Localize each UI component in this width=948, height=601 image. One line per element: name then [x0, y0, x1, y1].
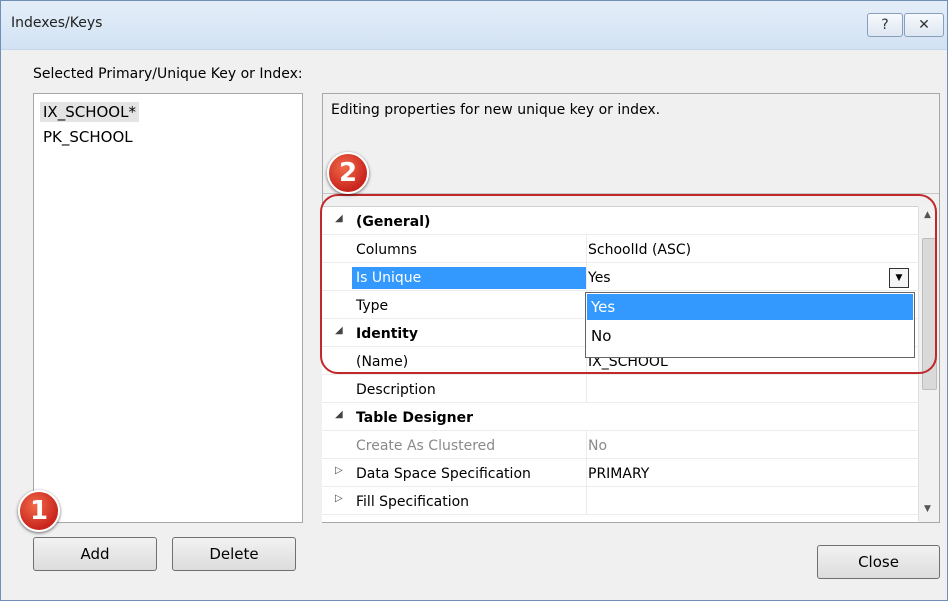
step-two-badge: 2	[327, 152, 369, 194]
title-bar: Indexes/Keys ? ✕	[1, 1, 947, 50]
property-row-fill-spec[interactable]: ▷ Fill Specification	[322, 487, 918, 515]
key-list[interactable]: IX_SCHOOL* PK_SCHOOL	[33, 93, 303, 523]
selected-key-label: Selected Primary/Unique Key or Index:	[33, 66, 303, 82]
category-table-designer[interactable]: ◢ Table Designer	[322, 403, 918, 431]
divider	[586, 487, 587, 514]
close-button[interactable]: Close	[817, 545, 940, 579]
callout-highlight-box	[320, 194, 937, 374]
window-title: Indexes/Keys	[11, 15, 103, 31]
delete-button[interactable]: Delete	[172, 537, 296, 571]
property-row-description[interactable]: Description	[322, 375, 918, 403]
help-button[interactable]: ?	[867, 13, 903, 37]
property-value-create-as-clustered: No	[588, 438, 608, 454]
divider	[586, 459, 587, 486]
property-name-data-space: Data Space Specification	[356, 466, 531, 482]
property-name-fill-spec: Fill Specification	[356, 494, 470, 510]
close-window-button[interactable]: ✕	[904, 13, 944, 37]
property-value-data-space[interactable]: PRIMARY	[588, 463, 649, 485]
scroll-down-icon[interactable]: ▼	[924, 504, 931, 514]
property-row-data-space[interactable]: ▷ Data Space Specification PRIMARY	[322, 459, 918, 487]
expand-triangle-icon[interactable]: ▷	[335, 465, 343, 476]
edit-panel-text: Editing properties for new unique key or…	[331, 102, 661, 118]
category-table-designer-label: Table Designer	[356, 410, 474, 426]
divider	[586, 431, 587, 458]
add-button[interactable]: Add	[33, 537, 157, 571]
property-name-description: Description	[356, 382, 436, 398]
expand-triangle-icon[interactable]: ▷	[335, 493, 343, 504]
step-one-badge: 1	[18, 490, 60, 532]
property-row-create-as-clustered[interactable]: Create As Clustered No	[322, 431, 918, 459]
list-item-ix-school[interactable]: IX_SCHOOL*	[40, 102, 139, 122]
collapse-triangle-icon[interactable]: ◢	[335, 409, 343, 420]
divider	[586, 375, 587, 402]
list-item-pk-school[interactable]: PK_SCHOOL	[40, 127, 136, 147]
property-name-create-as-clustered: Create As Clustered	[356, 438, 496, 454]
